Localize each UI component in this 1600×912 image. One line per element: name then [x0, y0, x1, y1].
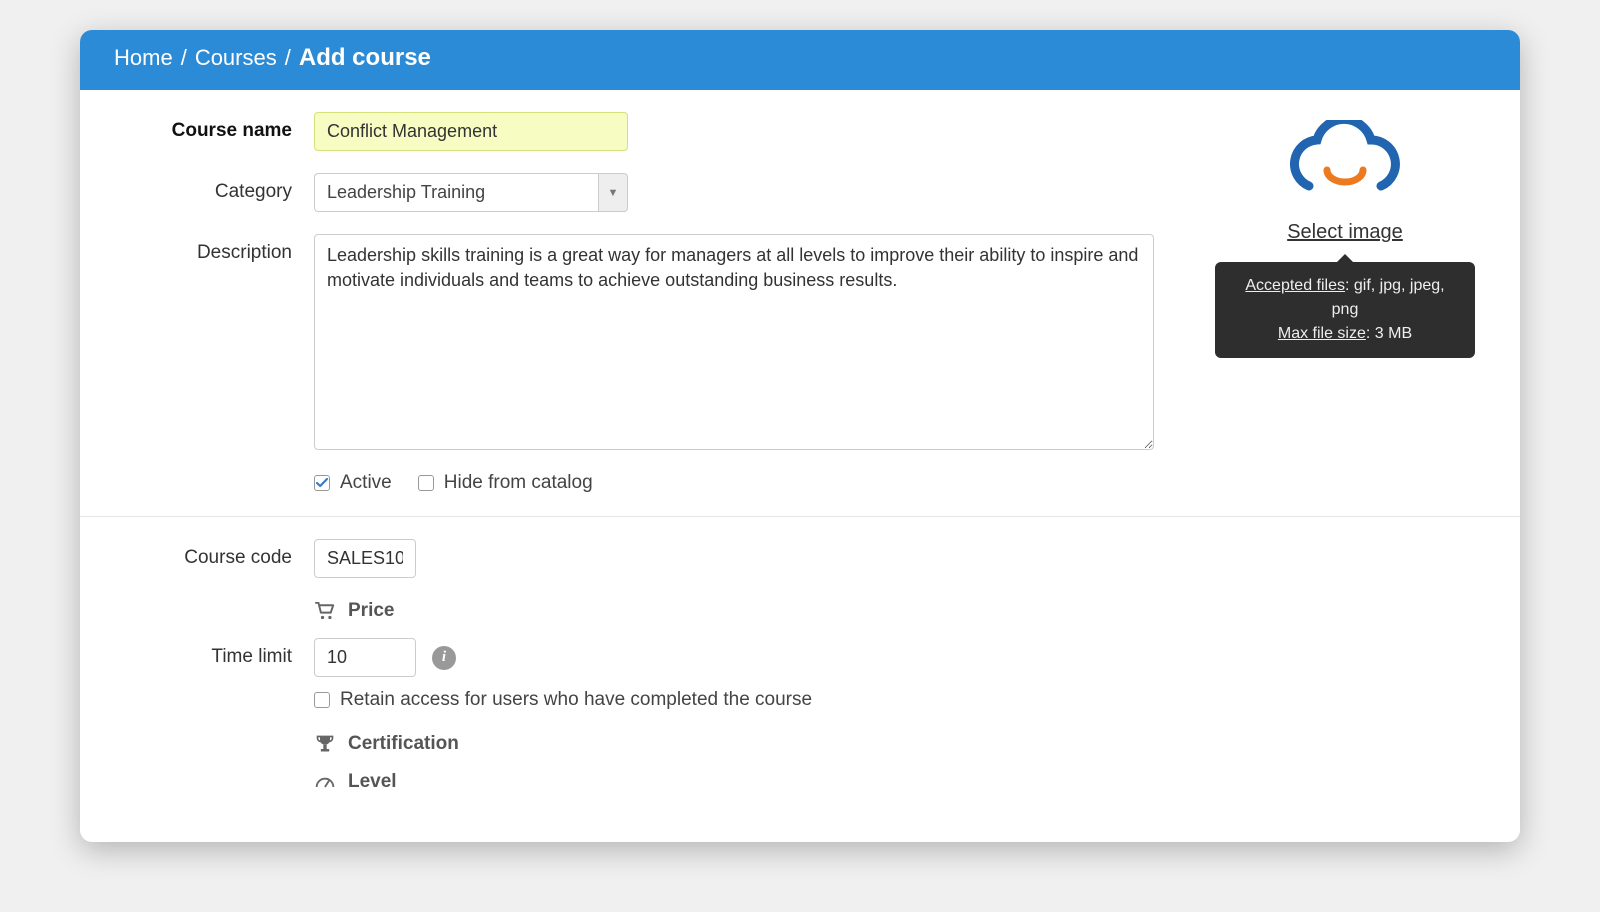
breadcrumb-sep: /	[285, 45, 291, 71]
hide-from-catalog-checkbox[interactable]: Hide from catalog	[418, 472, 593, 494]
add-course-window: Home / Courses / Add course Course name …	[80, 30, 1520, 842]
tooltip-accepted-value: : gif, jpg, jpeg, png	[1332, 277, 1445, 318]
hide-checkbox-label: Hide from catalog	[444, 472, 593, 494]
chevron-down-icon: ▼	[608, 187, 619, 199]
checkbox-icon	[314, 475, 330, 491]
course-code-input[interactable]	[314, 539, 416, 578]
certification-label: Certification	[348, 733, 459, 755]
price-section[interactable]: Price	[314, 600, 1486, 622]
breadcrumb-home[interactable]: Home	[114, 45, 173, 71]
time-limit-label: Time limit	[114, 638, 314, 668]
retain-access-checkbox[interactable]: Retain access for users who have complet…	[314, 689, 812, 711]
cloud-logo-icon	[1279, 120, 1411, 207]
breadcrumb-sep: /	[181, 45, 187, 71]
tooltip-maxsize-label: Max file size	[1278, 325, 1366, 342]
info-icon[interactable]: i	[432, 646, 456, 670]
time-limit-input[interactable]	[314, 638, 416, 677]
certification-section[interactable]: Certification	[314, 733, 1486, 755]
category-select-value: Leadership Training	[314, 173, 598, 212]
cart-icon	[314, 602, 336, 620]
course-code-label: Course code	[114, 539, 314, 569]
image-upload-tooltip: Accepted files: gif, jpg, jpeg, png Max …	[1215, 262, 1475, 358]
description-textarea[interactable]: Leadership skills training is a great wa…	[314, 234, 1154, 450]
checkbox-icon	[418, 475, 434, 491]
category-select[interactable]: Leadership Training ▼	[314, 173, 628, 212]
section-divider	[80, 516, 1520, 517]
checkbox-icon	[314, 692, 330, 708]
course-name-label: Course name	[114, 112, 314, 142]
retain-access-label: Retain access for users who have complet…	[340, 689, 812, 711]
course-name-input[interactable]	[314, 112, 628, 151]
image-upload-panel: Select image Accepted files: gif, jpg, j…	[1210, 112, 1480, 358]
category-label: Category	[114, 173, 314, 203]
gauge-icon	[314, 774, 336, 790]
description-label: Description	[114, 234, 314, 264]
level-label: Level	[348, 771, 397, 793]
active-checkbox-label: Active	[340, 472, 392, 494]
price-label: Price	[348, 600, 394, 622]
breadcrumb-courses[interactable]: Courses	[195, 45, 277, 71]
active-checkbox[interactable]: Active	[314, 472, 392, 494]
select-image-link[interactable]: Select image	[1287, 221, 1403, 244]
trophy-icon	[314, 734, 336, 754]
tooltip-accepted-label: Accepted files	[1245, 277, 1345, 294]
tooltip-maxsize-value: : 3 MB	[1366, 325, 1412, 342]
category-dropdown-button[interactable]: ▼	[598, 173, 628, 212]
page-title: Add course	[299, 44, 431, 72]
level-section[interactable]: Level	[314, 771, 1486, 793]
form-content: Course name Category Leadership Training…	[80, 90, 1520, 842]
breadcrumb-bar: Home / Courses / Add course	[80, 30, 1520, 90]
